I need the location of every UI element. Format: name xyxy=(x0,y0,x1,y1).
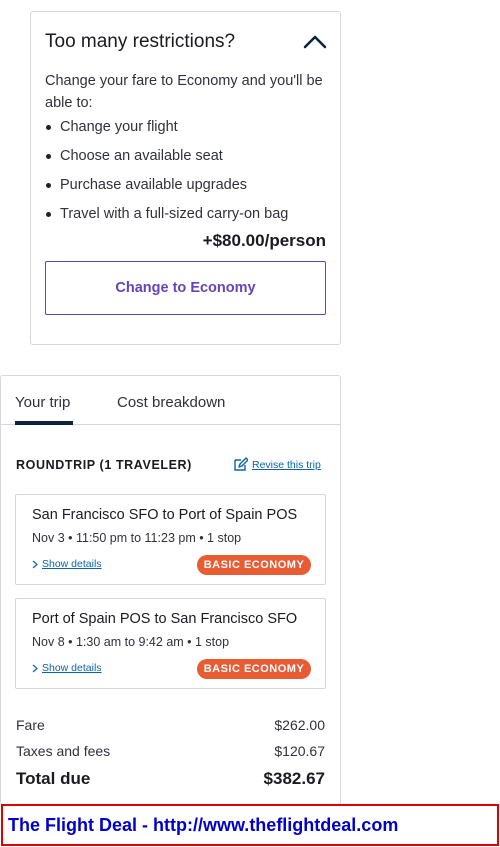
flight-segment: San Francisco SFO to Port of Spain POS N… xyxy=(15,494,326,585)
flight-segment: Port of Spain POS to San Francisco SFO N… xyxy=(15,598,326,689)
benefit-item: Change your flight xyxy=(45,113,288,142)
total-row: Total due $382.67 xyxy=(16,769,325,789)
trip-summary-card: Your trip Cost breakdown ROUNDTRIP (1 TR… xyxy=(0,375,341,805)
show-details-link[interactable]: Show details xyxy=(32,558,102,570)
flight-times: Nov 8 • 1:30 am to 9:42 am • 1 stop xyxy=(32,635,230,649)
taxes-label: Taxes and fees xyxy=(16,743,111,759)
restrictions-description: Change your fare to Economy and you'll b… xyxy=(45,73,323,111)
flight-route: San Francisco SFO to Port of Spain POS xyxy=(32,507,298,523)
show-details-link[interactable]: Show details xyxy=(32,662,102,674)
footer-banner: The Flight Deal - http://www.theflightde… xyxy=(1,804,499,846)
tab-your-trip[interactable]: Your trip xyxy=(15,394,70,411)
trip-tabs: Your trip Cost breakdown xyxy=(1,376,340,425)
upgrade-price: +$80.00/person xyxy=(202,231,326,250)
revise-trip-label[interactable]: Revise this trip xyxy=(252,459,321,471)
edit-icon xyxy=(234,457,248,471)
benefit-item: Travel with a full-sized carry-on bag xyxy=(45,200,288,229)
fare-label: Fare xyxy=(16,717,45,733)
trip-type-heading: ROUNDTRIP (1 TRAVELER) xyxy=(16,458,192,472)
benefit-item: Choose an available seat xyxy=(45,142,288,171)
fare-class-badge: BASIC ECONOMY xyxy=(197,555,311,575)
tab-cost-breakdown[interactable]: Cost breakdown xyxy=(117,394,225,411)
restrictions-title: Too many restrictions? xyxy=(45,31,236,52)
footer-text: The Flight Deal - http://www.theflightde… xyxy=(8,814,399,835)
taxes-value: $120.67 xyxy=(274,743,325,759)
benefit-item: Purchase available upgrades xyxy=(45,171,288,200)
taxes-row: Taxes and fees $120.67 xyxy=(16,743,325,759)
total-label: Total due xyxy=(16,769,91,788)
change-to-economy-button[interactable]: Change to Economy xyxy=(45,261,326,315)
fare-value: $262.00 xyxy=(274,717,325,733)
chevron-right-icon xyxy=(32,560,38,568)
show-details-label[interactable]: Show details xyxy=(42,662,102,674)
flight-route: Port of Spain POS to San Francisco SFO xyxy=(32,611,298,627)
fare-row: Fare $262.00 xyxy=(16,717,325,733)
chevron-right-icon xyxy=(32,664,38,672)
show-details-label[interactable]: Show details xyxy=(42,558,102,570)
revise-trip-link[interactable]: Revise this trip xyxy=(233,457,321,472)
benefits-list: Change your flight Choose an available s… xyxy=(45,113,288,229)
fare-class-badge: BASIC ECONOMY xyxy=(197,659,311,679)
flight-times: Nov 3 • 11:50 pm to 11:23 pm • 1 stop xyxy=(32,531,242,545)
active-tab-indicator xyxy=(15,421,73,425)
restrictions-card: Too many restrictions? Change your fare … xyxy=(30,11,341,345)
chevron-up-icon[interactable] xyxy=(303,32,327,50)
total-value: $382.67 xyxy=(263,769,325,788)
